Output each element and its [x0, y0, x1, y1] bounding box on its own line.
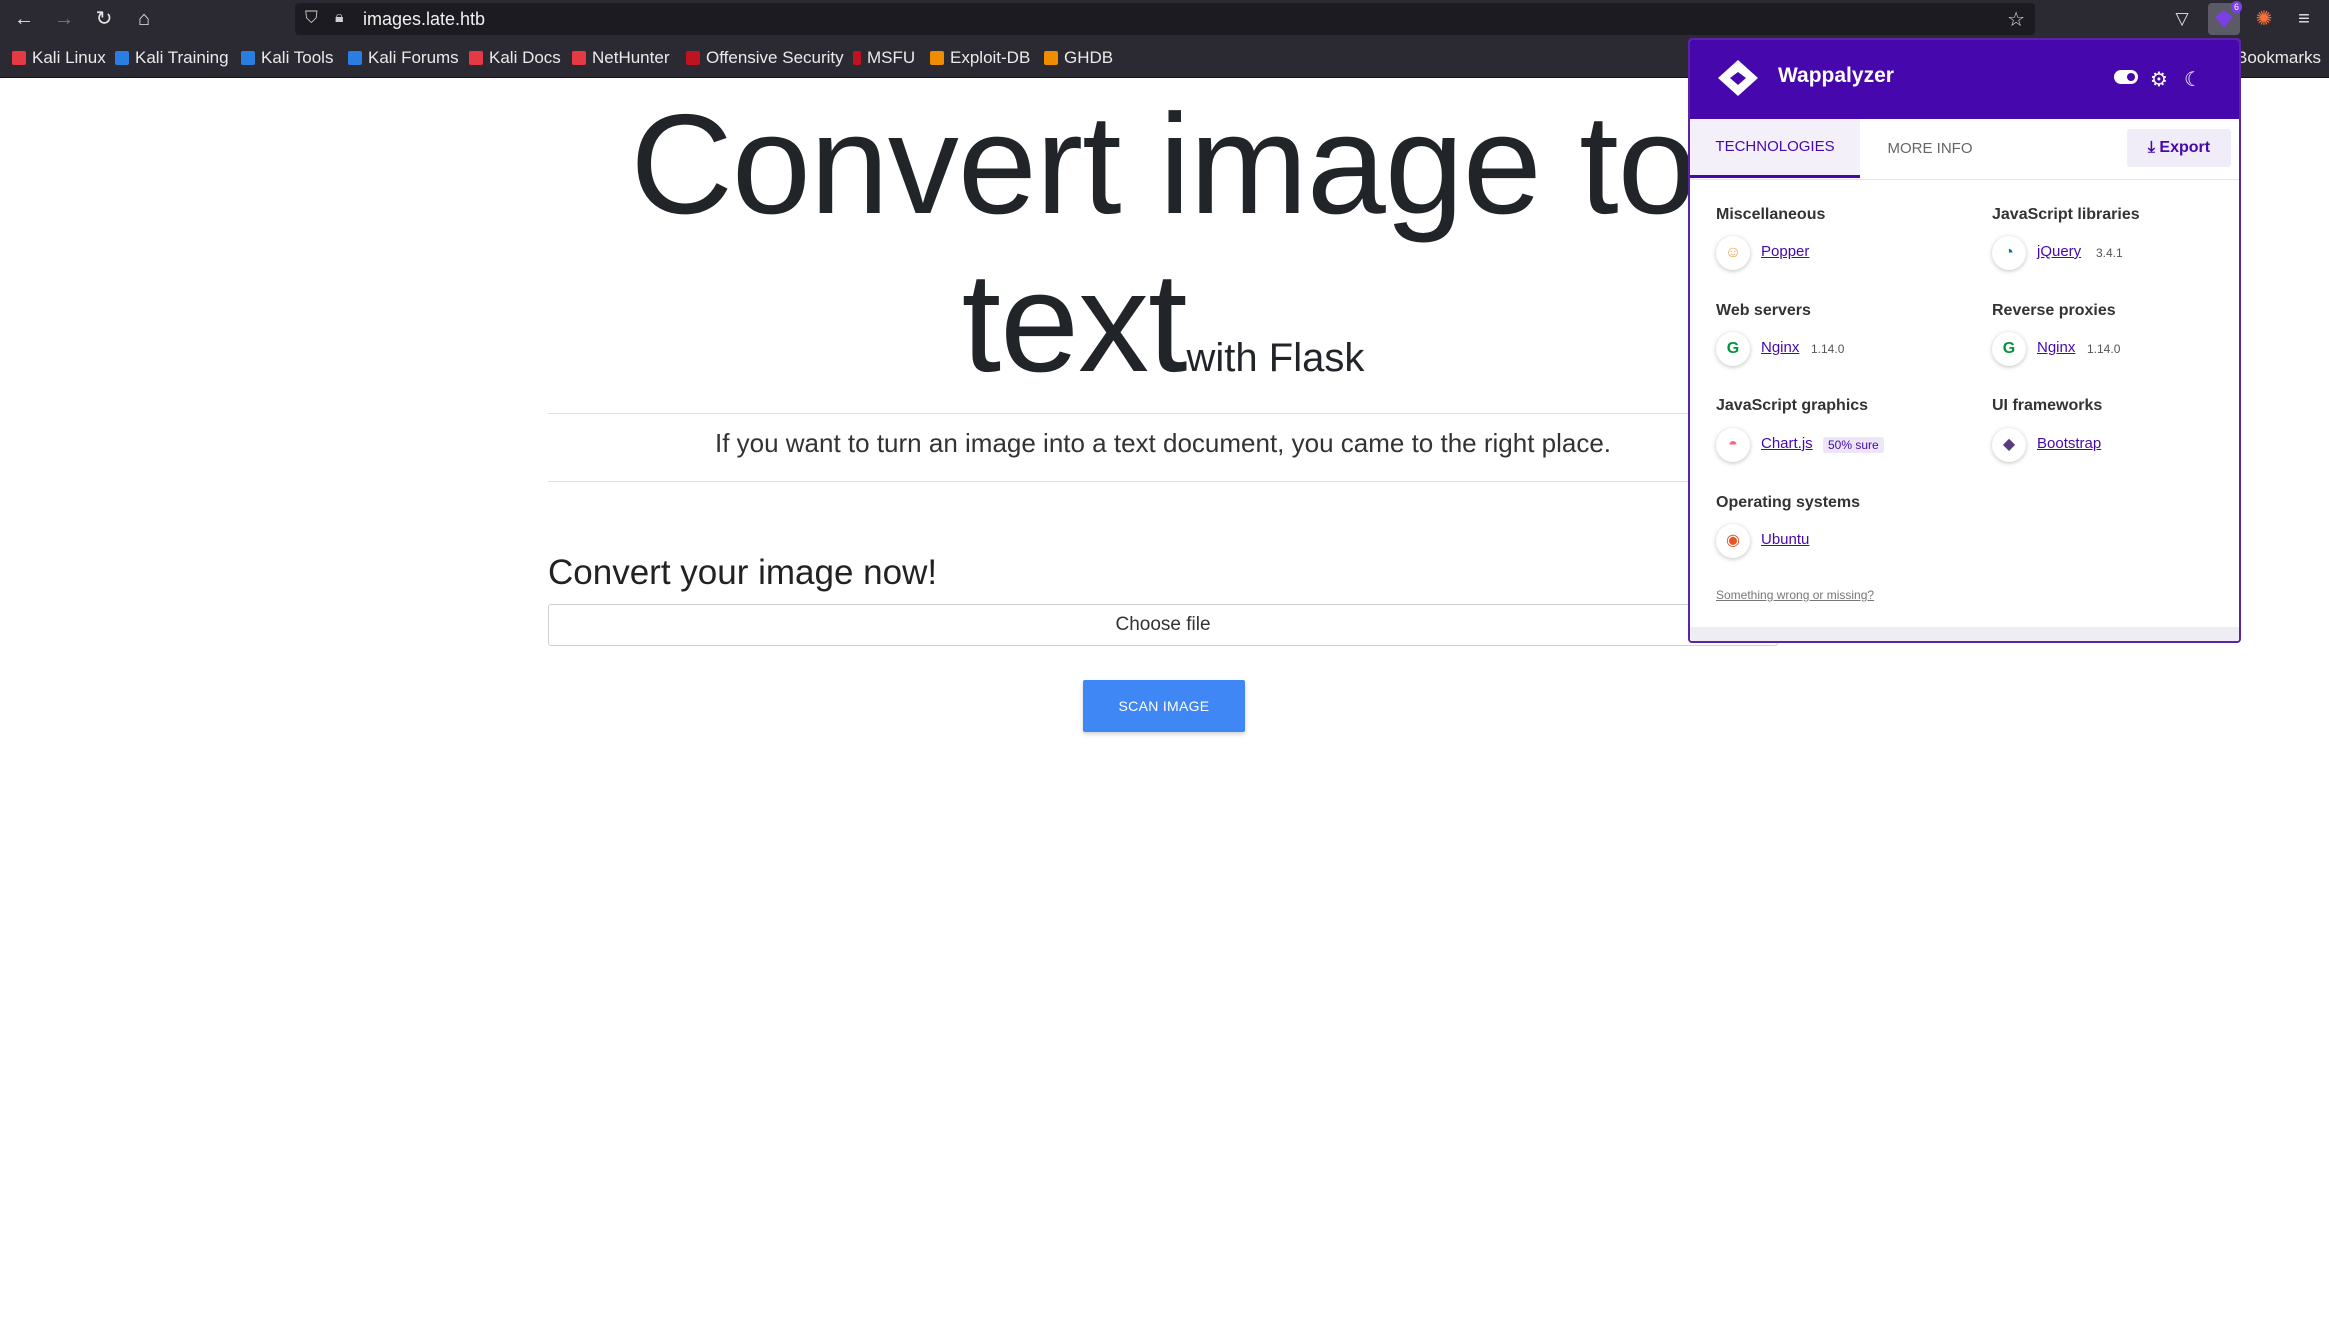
kali-forums-icon [348, 51, 362, 65]
category-javascript-graphics: JavaScript graphics [1716, 397, 1869, 414]
kali-training-icon [115, 51, 129, 65]
bookmark-kali-training[interactable]: Kali Training [115, 48, 229, 68]
browser-toolbar: ← → ↻ ⌂ ⛉ 🔒︎ images.late.htb ☆ ▽ 6 ✺ ≡ [0, 0, 2329, 38]
menu-icon[interactable]: ≡ [2290, 6, 2318, 32]
page-title: Convert image to textwith Flask [548, 90, 1778, 441]
category-operating-systems: Operating systems [1716, 494, 1861, 511]
back-arrow-icon[interactable]: ← [10, 6, 38, 32]
bookmark-nethunter[interactable]: NetHunter [572, 48, 669, 68]
category-web-servers: Web servers [1716, 302, 1811, 319]
lock-icon[interactable]: 🔒︎ [335, 9, 344, 27]
version-jquery: 3.4.1 [2096, 246, 2123, 260]
jquery-icon: ◔ [1992, 236, 2026, 270]
category-javascript-libraries: JavaScript libraries [1992, 206, 2140, 223]
bootstrap-icon: ◆ [1992, 428, 2026, 462]
category-ui-frameworks: UI frameworks [1992, 397, 2103, 414]
category-miscellaneous: Miscellaneous [1716, 206, 1826, 223]
bookmark-offensive-security[interactable]: Offensive Security [686, 48, 844, 68]
download-icon: ⤓ [2147, 139, 2160, 156]
divider-top [548, 413, 1778, 414]
tab-more-info[interactable]: MORE INFO [1860, 119, 2000, 178]
ubuntu-icon: ◉ [1716, 524, 1750, 558]
settings-gear-icon[interactable]: ⚙ [2150, 67, 2168, 92]
title-subtext: with Flask [1186, 336, 1365, 380]
extension-badge: 6 [2230, 1, 2242, 13]
bookmark-kali-docs[interactable]: Kali Docs [469, 48, 561, 68]
bookmark-msfu[interactable]: MSFU [853, 48, 915, 68]
nginx-proxy-icon: G [1992, 332, 2026, 366]
other-bookmarks[interactable]: Bookmarks [2236, 48, 2321, 68]
kali-icon [12, 51, 26, 65]
something-wrong-link[interactable]: Something wrong or missing? [1716, 588, 1874, 602]
offsec-icon [686, 51, 700, 65]
tech-chartjs[interactable]: Chart.js [1761, 435, 1813, 452]
wappalyzer-tabs: TECHNOLOGIES MORE INFO ⤓ Export [1690, 119, 2239, 180]
confidence-badge: 50% sure [1823, 437, 1884, 453]
home-icon[interactable]: ⌂ [130, 6, 158, 32]
shield-icon[interactable]: ⛉ [305, 8, 318, 28]
nethunter-icon [572, 51, 586, 65]
title-text: text [961, 243, 1188, 402]
wappalyzer-logo-icon [1718, 60, 1758, 96]
divider-bottom [548, 481, 1778, 482]
firefox-extension-icon[interactable]: ✺ [2250, 6, 2278, 32]
tab-technologies[interactable]: TECHNOLOGIES [1690, 119, 1860, 178]
version-nginx-web: 1.14.0 [1811, 342, 1845, 356]
pocket-icon[interactable]: ▽ [2168, 6, 2196, 32]
msfu-icon [853, 51, 861, 65]
export-button[interactable]: ⤓ Export [2127, 129, 2231, 167]
bookmark-ghdb[interactable]: GHDB [1044, 48, 1113, 68]
category-reverse-proxies: Reverse proxies [1992, 302, 2116, 319]
scan-image-button[interactable]: SCAN IMAGE [1083, 680, 1245, 732]
wappalyzer-header: Wappalyzer ⚙ ☾ [1690, 40, 2239, 119]
dark-mode-moon-icon[interactable]: ☾ [2184, 67, 2202, 92]
kali-tools-icon [241, 51, 255, 65]
exploit-db-icon [930, 51, 944, 65]
lead-text: If you want to turn an image into a text… [714, 428, 1612, 458]
bookmark-kali-forums[interactable]: Kali Forums [348, 48, 459, 68]
tech-jquery[interactable]: jQuery [2037, 243, 2081, 260]
wappalyzer-popup: Wappalyzer ⚙ ☾ TECHNOLOGIES MORE INFO ⤓ … [1688, 38, 2241, 643]
bookmark-kali-tools[interactable]: Kali Tools [241, 48, 333, 68]
bookmark-exploit-db[interactable]: Exploit-DB [930, 48, 1030, 68]
url-bar[interactable]: ⛉ 🔒︎ images.late.htb ☆ [295, 3, 2035, 35]
reload-icon[interactable]: ↻ [90, 6, 118, 32]
url-text[interactable]: images.late.htb [363, 9, 485, 30]
tech-popper[interactable]: Popper [1761, 243, 1809, 260]
kali-docs-icon [469, 51, 483, 65]
wappalyzer-footer [1690, 627, 2239, 641]
tech-bootstrap[interactable]: Bootstrap [2037, 435, 2101, 452]
bookmark-kali-linux[interactable]: Kali Linux [12, 48, 106, 68]
popper-icon: ☺ [1716, 236, 1750, 270]
version-nginx-proxy: 1.14.0 [2087, 342, 2121, 356]
tech-ubuntu[interactable]: Ubuntu [1761, 531, 1809, 548]
toggle-icon[interactable] [2114, 67, 2138, 90]
nginx-icon: G [1716, 332, 1750, 366]
ghdb-icon [1044, 51, 1058, 65]
bookmark-star-icon[interactable]: ☆ [2007, 7, 2025, 32]
wappalyzer-extension-button[interactable]: 6 [2208, 1, 2242, 35]
title-line-2: textwith Flask [548, 240, 1778, 441]
chartjs-icon: ◓ [1716, 428, 1750, 462]
forward-arrow-icon[interactable]: → [50, 6, 78, 32]
file-input[interactable]: Choose file [548, 604, 1778, 646]
convert-heading: Convert your image now! [548, 553, 938, 592]
wappalyzer-title: Wappalyzer [1778, 64, 1894, 87]
title-line-1: Convert image to [630, 85, 1696, 244]
tech-nginx-web[interactable]: Nginx [1761, 339, 1799, 356]
tech-nginx-proxy[interactable]: Nginx [2037, 339, 2075, 356]
